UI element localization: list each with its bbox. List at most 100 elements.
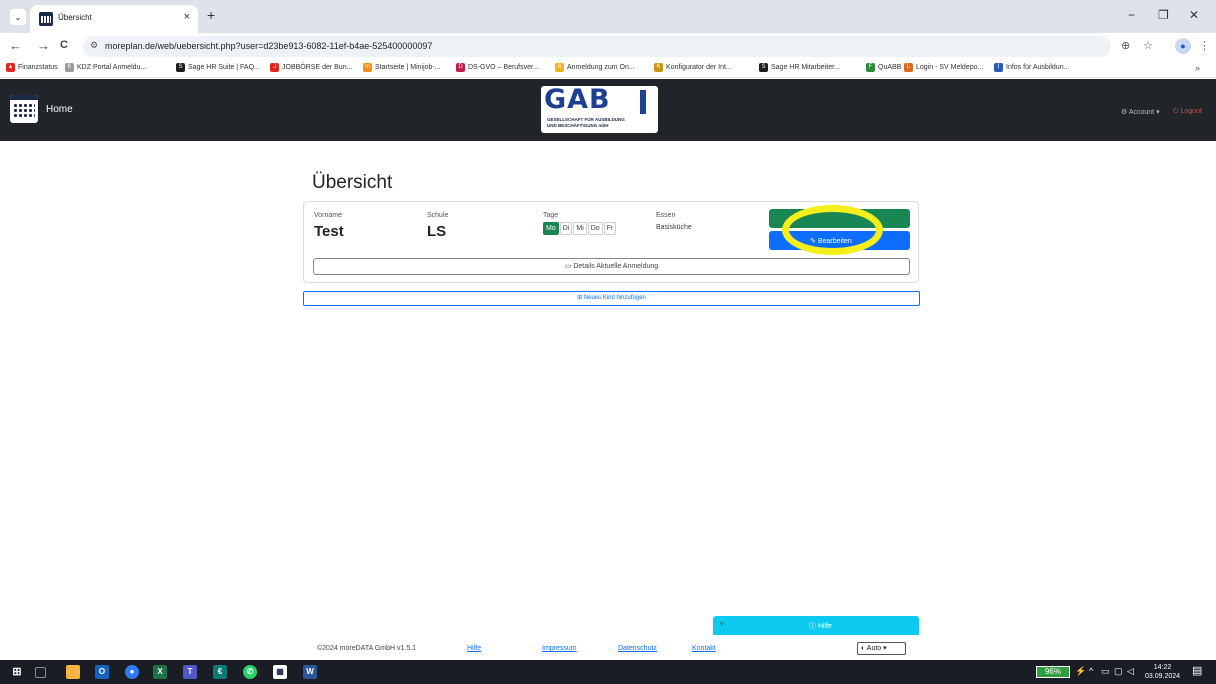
bookmark-item[interactable]: I Infos für Ausbildun... bbox=[994, 63, 1069, 72]
bookmark-label: Sage HR Suite | FAQ... bbox=[188, 64, 260, 71]
bookmark-label: Infos für Ausbildun... bbox=[1006, 64, 1070, 71]
bookmark-label: Anmeldung zum On... bbox=[567, 64, 635, 71]
excel-icon[interactable]: X bbox=[153, 665, 167, 679]
task-view-icon[interactable] bbox=[35, 667, 46, 678]
chrome-icon[interactable]: ● bbox=[125, 665, 139, 679]
bookmark-favicon-icon: m bbox=[363, 63, 372, 72]
gab-logo-line2: UND BESCHÄFTIGUNG mbH bbox=[547, 123, 609, 128]
minimize-button[interactable]: − bbox=[1128, 8, 1135, 22]
details-button[interactable]: ▭ Details Aktuelle Anmeldung bbox=[313, 258, 910, 275]
account-dropdown[interactable]: ⚙ Account ▾ bbox=[1121, 108, 1160, 116]
url-text: moreplan.de/web/uebersicht.php?user=d23b… bbox=[105, 41, 433, 51]
calendar-favicon-icon bbox=[39, 12, 53, 26]
maximize-button[interactable]: ❐ bbox=[1158, 8, 1169, 22]
bookmark-item[interactable]: K KDZ Portal Anmeldu... bbox=[65, 63, 146, 72]
bookmark-item[interactable]: A Anmeldung zum On... bbox=[555, 63, 635, 72]
bookmark-item[interactable]: D DS-GVO – Berufsver... bbox=[456, 63, 539, 72]
bookmark-item[interactable]: L Login - SV Meldepo... bbox=[904, 63, 983, 72]
browser-tab-bar: ⌄ Übersicht × + − ❐ ✕ bbox=[0, 0, 1216, 33]
theme-select[interactable]: ◐ Auto ▾ bbox=[857, 642, 906, 655]
bookmark-label: Finanzstatus bbox=[18, 64, 58, 71]
bookmark-item[interactable]: ▲ Finanzstatus bbox=[6, 63, 58, 72]
bookmark-item[interactable]: J JOBBÖRSE der Bun... bbox=[270, 63, 352, 72]
taskbar-clock[interactable]: 14:22 03.09.2024 bbox=[1145, 663, 1180, 681]
address-bar-row: ← → C ⚙ moreplan.de/web/uebersicht.php?u… bbox=[0, 33, 1216, 60]
bookmark-item[interactable]: K Konfigurator der Int... bbox=[654, 63, 732, 72]
help-bar[interactable]: ▿ ⓘ Hilfe bbox=[713, 616, 919, 635]
tray-overflow-icon[interactable]: ^ bbox=[1089, 666, 1093, 676]
schule-label: Schule bbox=[427, 212, 449, 219]
forward-button[interactable]: → bbox=[37, 38, 50, 53]
home-link[interactable]: Home bbox=[46, 104, 73, 115]
footer-link-kontakt[interactable]: Kontakt bbox=[692, 645, 716, 652]
day-chip: Fr bbox=[603, 222, 617, 235]
bookmark-item[interactable]: S Sage HR Mitarbeiter... bbox=[759, 63, 840, 72]
help-toggle-icon[interactable]: ▿ bbox=[720, 620, 724, 628]
tab-search-chevron-icon[interactable]: ⌄ bbox=[10, 9, 26, 25]
gab-logo-line1: GESELLSCHAFT FÜR AUSBILDUNG bbox=[547, 117, 625, 122]
bookmark-favicon-icon: D bbox=[456, 63, 465, 72]
footer-link-hilfe[interactable]: Hilfe bbox=[467, 645, 481, 652]
bookmark-favicon-icon: I bbox=[994, 63, 1003, 72]
teams-icon[interactable]: T bbox=[183, 665, 197, 679]
clock-time: 14:22 bbox=[1153, 664, 1172, 671]
euro-app-icon[interactable]: € bbox=[213, 665, 227, 679]
bookmark-label: JOBBÖRSE der Bun... bbox=[282, 64, 353, 71]
back-button[interactable]: ← bbox=[9, 38, 22, 53]
bookmark-favicon-icon: L bbox=[904, 63, 913, 72]
close-window-button[interactable]: ✕ bbox=[1189, 8, 1199, 22]
browser-tab[interactable]: Übersicht × bbox=[30, 5, 198, 33]
power-plug-icon[interactable]: ⚡ bbox=[1075, 666, 1086, 677]
logout-link[interactable]: ⏻ Logout bbox=[1173, 108, 1202, 116]
day-chip: Mi bbox=[573, 222, 587, 235]
day-chip: Mo bbox=[543, 222, 559, 235]
tab-title: Übersicht bbox=[58, 13, 92, 22]
gab-logo-bar bbox=[640, 90, 646, 114]
add-child-button[interactable]: ⊞ Neues Kind hinzufügen bbox=[303, 291, 920, 306]
bookmark-item[interactable]: S Sage HR Suite | FAQ... bbox=[176, 63, 260, 72]
days-group: Mo Di Mi Do Fr bbox=[543, 222, 617, 235]
bookmark-label: KDZ Portal Anmeldu... bbox=[77, 64, 147, 71]
display-icon[interactable]: ▢ bbox=[1114, 666, 1123, 677]
footer-link-datenschutz[interactable]: Datenschutz bbox=[618, 645, 657, 652]
url-field[interactable]: ⚙ moreplan.de/web/uebersicht.php?user=d2… bbox=[83, 36, 1111, 57]
notification-icon[interactable]: ▤ bbox=[1192, 664, 1202, 677]
outlook-icon[interactable]: O bbox=[95, 665, 109, 679]
bookmark-favicon-icon: J bbox=[270, 63, 279, 72]
reload-button[interactable]: C bbox=[60, 39, 68, 51]
help-label: ⓘ Hilfe bbox=[809, 623, 832, 630]
child-card: Vorname Test Schule LS Tage Mo Di Mi Do Fr E… bbox=[303, 201, 919, 283]
bookmark-favicon-icon: S bbox=[176, 63, 185, 72]
bookmark-star-icon[interactable]: ☆ bbox=[1143, 39, 1153, 52]
bookmark-label: Startseite | Minijob-... bbox=[375, 64, 441, 71]
battery-indicator[interactable]: 96% bbox=[1036, 666, 1070, 678]
bookmarks-overflow-icon[interactable]: » bbox=[1195, 63, 1200, 73]
calendar-logo-icon[interactable] bbox=[10, 95, 38, 123]
clock-date: 03.09.2024 bbox=[1145, 673, 1181, 680]
bookmark-favicon-icon: K bbox=[65, 63, 74, 72]
new-tab-button[interactable]: + bbox=[207, 7, 215, 23]
tab-close-icon[interactable]: × bbox=[184, 11, 190, 23]
profile-avatar-icon[interactable]: ● bbox=[1175, 38, 1191, 54]
gab-logo[interactable]: GAB GESELLSCHAFT FÜR AUSBILDUNG UND BESC… bbox=[541, 86, 658, 133]
calendar-app-icon[interactable]: ▦ bbox=[273, 665, 287, 679]
page-title: Übersicht bbox=[312, 172, 393, 193]
day-chip: Di bbox=[559, 222, 573, 235]
schule-value: LS bbox=[427, 223, 447, 240]
browser-menu-icon[interactable]: ⋮ bbox=[1199, 39, 1210, 52]
tage-label: Tage bbox=[543, 212, 559, 219]
file-explorer-icon[interactable] bbox=[66, 665, 80, 679]
bookmark-label: DS-GVO – Berufsver... bbox=[468, 64, 539, 71]
app-navbar: Home GAB GESELLSCHAFT FÜR AUSBILDUNG UND… bbox=[0, 79, 1216, 141]
whatsapp-icon[interactable]: ✆ bbox=[243, 665, 257, 679]
site-info-icon[interactable]: ⚙ bbox=[90, 40, 98, 51]
bookmark-item[interactable]: m Startseite | Minijob-... bbox=[363, 63, 441, 72]
bookmark-favicon-icon: K bbox=[654, 63, 663, 72]
bookmark-item[interactable]: F QuABB bbox=[866, 63, 901, 72]
volume-icon[interactable]: ◁ bbox=[1127, 666, 1134, 677]
windows-start-icon[interactable]: ⊞ bbox=[10, 665, 24, 679]
footer-link-impressum[interactable]: Impressum bbox=[542, 645, 577, 652]
zoom-icon[interactable]: ⊕ bbox=[1121, 39, 1130, 52]
word-icon[interactable]: W bbox=[303, 665, 317, 679]
network-icon[interactable]: ▭ bbox=[1101, 666, 1110, 677]
